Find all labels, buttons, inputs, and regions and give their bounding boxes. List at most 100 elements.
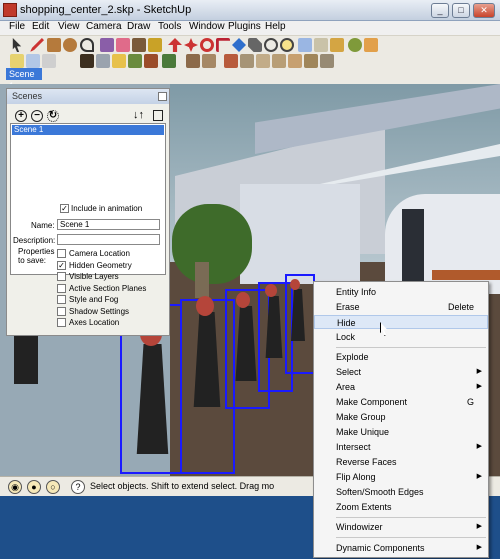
add-scene-icon[interactable]: + <box>15 110 27 122</box>
scene-list-item[interactable]: Scene 1 <box>12 125 164 135</box>
push-pull-icon[interactable] <box>168 38 182 52</box>
tape-measure-icon[interactable] <box>132 38 146 52</box>
next-view-icon[interactable] <box>330 38 344 52</box>
minimize-button[interactable]: _ <box>431 3 449 18</box>
menu-item-flip-along[interactable]: Flip Along ▶ <box>314 470 488 484</box>
menu-window[interactable]: Window <box>189 21 225 32</box>
menu-draw[interactable]: Draw <box>127 21 150 32</box>
menu-item-make-component[interactable]: Make Component G <box>314 395 488 409</box>
menu-item-zoom-extents[interactable]: Zoom Extents <box>314 500 488 514</box>
menu-item-make-group[interactable]: Make Group <box>314 410 488 424</box>
menu-item-label: Dynamic Components <box>336 543 425 553</box>
menu-item-area[interactable]: Area ▶ <box>314 380 488 394</box>
menu-help[interactable]: Help <box>265 21 286 32</box>
rotate-icon[interactable] <box>200 38 214 52</box>
xray-icon[interactable] <box>224 54 238 68</box>
share-model-icon[interactable] <box>364 38 378 52</box>
monochrome-icon[interactable] <box>320 54 334 68</box>
rectangle-tool-icon[interactable] <box>47 38 61 52</box>
menu-item-hide[interactable]: Hide <box>314 315 488 329</box>
style-and-fog-checkbox[interactable] <box>57 295 66 304</box>
include-animation-checkbox[interactable]: ✓ <box>60 204 69 213</box>
arc-tool-icon[interactable] <box>80 38 94 52</box>
description-label: Description: <box>13 236 56 245</box>
scene-options-icon[interactable] <box>153 110 163 121</box>
menu-item-make-unique[interactable]: Make Unique <box>314 425 488 439</box>
hidden-geometry-checkbox[interactable]: ✓ <box>57 261 66 270</box>
user-icon[interactable]: ○ <box>46 480 60 494</box>
walk-icon[interactable] <box>80 54 94 68</box>
smoove-icon[interactable] <box>144 54 158 68</box>
paint-bucket-icon[interactable] <box>148 38 162 52</box>
maximize-button[interactable]: □ <box>452 3 470 18</box>
menu-item-select[interactable]: Select ▶ <box>314 365 488 379</box>
credits-icon[interactable]: ● <box>27 480 41 494</box>
name-field[interactable]: Scene 1 <box>57 219 160 230</box>
move-icon[interactable] <box>184 38 198 52</box>
update-scene-icon[interactable]: ↻ <box>47 110 59 122</box>
select-tool-icon[interactable] <box>12 38 22 52</box>
menu-tools[interactable]: Tools <box>158 21 181 32</box>
hidden-line-icon[interactable] <box>272 54 286 68</box>
shaded-icon[interactable] <box>288 54 302 68</box>
status-text: Select objects. Shift to extend select. … <box>90 481 275 491</box>
help-icon[interactable]: ? <box>71 480 85 494</box>
position-camera-icon[interactable] <box>112 54 126 68</box>
orbit-icon[interactable] <box>232 38 246 52</box>
pan-icon[interactable] <box>248 38 262 52</box>
name-label: Name: <box>31 221 55 230</box>
look-around-icon[interactable] <box>96 54 110 68</box>
drape-icon[interactable] <box>186 54 200 68</box>
menu-item-reverse-faces[interactable]: Reverse Faces <box>314 455 488 469</box>
back-edges-icon[interactable] <box>240 54 254 68</box>
menu-separator <box>336 347 486 348</box>
menu-item-label: Zoom Extents <box>336 502 392 512</box>
previous-view-icon[interactable] <box>314 38 328 52</box>
geo-location-icon[interactable]: ◉ <box>8 480 22 494</box>
wireframe-icon[interactable] <box>256 54 270 68</box>
eraser-icon[interactable] <box>116 38 130 52</box>
camera-location-checkbox[interactable] <box>57 249 66 258</box>
sandbox-icon[interactable] <box>128 54 142 68</box>
stamp-icon[interactable] <box>162 54 176 68</box>
active-section-planes-checkbox[interactable] <box>57 284 66 293</box>
add-detail-icon[interactable] <box>202 54 216 68</box>
visible-layers-checkbox[interactable] <box>57 272 66 281</box>
offset-icon[interactable] <box>216 38 230 52</box>
menu-item-intersect[interactable]: Intersect ▶ <box>314 440 488 454</box>
remove-scene-icon[interactable]: − <box>31 110 43 122</box>
panel-collapse-icon[interactable] <box>158 92 167 101</box>
description-field[interactable] <box>57 234 160 245</box>
menu-item-dynamic-components[interactable]: Dynamic Components ▶ <box>314 541 488 555</box>
pencil-tool-icon[interactable] <box>30 38 44 52</box>
shaded-textures-icon[interactable] <box>304 54 318 68</box>
camera-location-label: Camera Location <box>69 249 130 258</box>
dimension-icon[interactable] <box>26 54 40 68</box>
get-models-icon[interactable] <box>348 38 362 52</box>
close-button[interactable]: ✕ <box>473 3 495 18</box>
section-plane-icon[interactable] <box>42 54 56 68</box>
select-component-icon[interactable] <box>10 54 24 68</box>
shadow-settings-checkbox[interactable] <box>57 307 66 316</box>
menu-camera[interactable]: Camera <box>86 21 122 32</box>
move-scene-icon[interactable]: ↓↑ <box>133 109 144 121</box>
menu-view[interactable]: View <box>58 21 80 32</box>
menu-item-windowizer[interactable]: Windowizer ▶ <box>314 520 488 534</box>
menu-item-soften-smooth-edges[interactable]: Soften/Smooth Edges <box>314 485 488 499</box>
menu-item-entity-info[interactable]: Entity Info <box>314 285 488 299</box>
scene-tab[interactable]: Scene 1 <box>6 68 42 91</box>
menu-edit[interactable]: Edit <box>32 21 49 32</box>
menu-file[interactable]: File <box>9 21 25 32</box>
axes-location-checkbox[interactable] <box>57 318 66 327</box>
menu-item-lock[interactable]: Lock <box>314 330 488 344</box>
submenu-arrow-icon: ▶ <box>476 544 482 551</box>
zoom-extents-icon[interactable] <box>298 38 312 52</box>
zoom-icon[interactable] <box>264 38 278 52</box>
menu-plugins[interactable]: Plugins <box>228 21 261 32</box>
menu-item-erase[interactable]: Erase Delete <box>314 300 488 314</box>
zoom-window-icon[interactable] <box>280 38 294 52</box>
circle-tool-icon[interactable] <box>63 38 77 52</box>
menu-item-explode[interactable]: Explode <box>314 350 488 364</box>
person-head <box>265 284 277 297</box>
make-component-icon[interactable] <box>100 38 114 52</box>
